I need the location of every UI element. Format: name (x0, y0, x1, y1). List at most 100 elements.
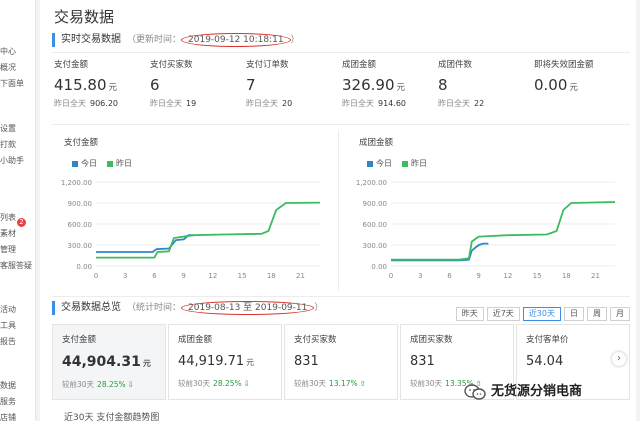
sidebar-item[interactable]: 客服答疑 (0, 260, 35, 271)
sidebar-item[interactable]: 小助手 (0, 155, 35, 166)
stat-label: 即将失效团金额 (534, 60, 594, 70)
stat-expiring-amount: 即将失效团金额 0.00 元 (534, 58, 629, 94)
x-tick-label: 21 (591, 272, 600, 280)
series-line (96, 201, 321, 259)
x-tick-label: 6 (447, 272, 452, 280)
stat-group-pieces: 成团件数 8 昨日全天 22 (438, 58, 533, 109)
stat-label: 支付金额 (54, 60, 89, 70)
period-month-button[interactable]: 月 (610, 307, 630, 321)
card-value: 44,919.71 元 (178, 354, 255, 369)
sidebar-item[interactable]: 报告 (0, 336, 35, 347)
series-line (391, 242, 489, 262)
x-tick-label: 15 (238, 272, 247, 280)
card-compare: 较前30天 13.17% ⇧ (294, 379, 366, 388)
main-panel: 交易数据 实时交易数据 （更新时间： 2019-09-12 10:18:11） 支付… (40, 0, 636, 421)
stat-yesterday: 昨日全天 22 (438, 99, 485, 108)
card-value: 44,904.31 元 (62, 354, 151, 370)
range-label: （统计时间： 2019-08-13 至 2019-09-11） (127, 301, 324, 315)
sidebar-item[interactable]: 数据 (0, 380, 35, 391)
stat-value: 0.00 元 (534, 76, 578, 94)
x-tick-label: 3 (123, 272, 127, 280)
card-pay-amount[interactable]: 支付金额 44,904.31 元 较前30天 28.25% ⇩ (52, 324, 166, 400)
card-value: 54.04 (526, 354, 564, 369)
y-tick-label: 1,200.00 (356, 179, 387, 187)
stat-label: 成团金额 (342, 60, 377, 70)
period-7days-button[interactable]: 近7天 (486, 307, 520, 321)
period-day-button[interactable]: 日 (564, 307, 584, 321)
sidebar-item[interactable]: 店铺 (0, 412, 35, 421)
scroll-right-icon[interactable]: › (612, 352, 626, 366)
down-arrow-icon: ⇩ (243, 379, 250, 388)
divider (338, 130, 339, 290)
period-30days-button[interactable]: 近30天 (522, 307, 561, 321)
chart-svg: 0.00 300.00 600.00 900.00 1,200.00 0 3 6 9 12 15 18… (61, 179, 321, 280)
x-tick-label: 6 (152, 272, 157, 280)
sidebar-item[interactable]: 工具 (0, 320, 35, 331)
realtime-stats: 支付金额 415.80 元 昨日全天 906.20 支付买家数 6 昨日全天 19 支… (54, 58, 626, 118)
realtime-title: 实时交易数据 (61, 34, 121, 45)
sidebar-item[interactable]: 打款 (0, 139, 35, 150)
series-line (391, 201, 616, 261)
stat-yesterday: 昨日全天 906.20 (54, 99, 118, 108)
notification-badge: 2 (17, 218, 26, 227)
card-label: 成团金额 (178, 335, 213, 345)
overview-section-header: 交易数据总览 （统计时间： 2019-08-13 至 2019-09-11） (52, 301, 323, 315)
y-tick-label: 900.00 (68, 200, 93, 208)
x-tick-label: 0 (389, 272, 393, 280)
sidebar-item[interactable]: 活动 (0, 304, 35, 315)
x-tick-label: 18 (267, 272, 276, 280)
stat-yesterday: 昨日全天 19 (150, 99, 197, 108)
stat-value: 8 (438, 76, 448, 94)
range-value: 2019-08-13 至 2019-09-11 (181, 301, 315, 315)
x-tick-label: 15 (533, 272, 542, 280)
stat-yesterday: 昨日全天 20 (246, 99, 293, 108)
period-selector: 昨天 近7天 近30天日周月 (453, 306, 630, 321)
y-tick-label: 300.00 (68, 242, 93, 250)
realtime-section-header: 实时交易数据 （更新时间： 2019-09-12 10:18:11） (52, 33, 300, 47)
y-tick-label: 600.00 (68, 221, 93, 229)
page-title: 交易数据 (54, 8, 115, 26)
x-tick-label: 18 (562, 272, 571, 280)
stat-label: 支付订单数 (246, 60, 289, 70)
sidebar-item[interactable]: 服务 (0, 396, 35, 407)
update-time: 2019-09-12 10:18:11 (181, 33, 291, 47)
sidebar-item[interactable]: 中心 (0, 46, 35, 57)
sidebar-item[interactable]: 设置 (0, 123, 35, 134)
x-tick-label: 9 (181, 272, 185, 280)
y-tick-label: 900.00 (363, 200, 388, 208)
watermark-text: 无货源分销电商 (491, 384, 583, 399)
card-group-amount[interactable]: 成团金额 44,919.71 元 较前30天 28.25% ⇩ (168, 324, 282, 400)
overview-title: 交易数据总览 (61, 302, 121, 313)
stat-value: 326.90 元 (342, 76, 406, 94)
card-pay-buyers[interactable]: 支付买家数 831 较前30天 13.17% ⇧ (284, 324, 398, 400)
stat-pay-buyers: 支付买家数 6 昨日全天 19 (150, 58, 245, 109)
sidebar-item[interactable]: 素材 (0, 228, 35, 239)
card-label: 支付买家数 (294, 335, 337, 345)
x-tick-label: 0 (94, 272, 98, 280)
wechat-icon (464, 383, 486, 400)
stat-label: 支付买家数 (150, 60, 193, 70)
update-label: （更新时间： 2019-09-12 10:18:11） (127, 33, 300, 47)
stat-value: 415.80 元 (54, 76, 118, 94)
card-label: 支付金额 (62, 335, 97, 345)
stat-value: 7 (246, 76, 256, 94)
sidebar-item[interactable]: 下面单 (0, 78, 35, 89)
stat-value: 6 (150, 76, 160, 94)
y-tick-label: 300.00 (363, 242, 388, 250)
x-tick-label: 3 (418, 272, 422, 280)
up-arrow-icon: ⇧ (359, 379, 366, 388)
y-tick-label: 0.00 (76, 263, 92, 271)
down-arrow-icon: ⇩ (127, 380, 134, 389)
period-week-button[interactable]: 周 (587, 307, 607, 321)
period-yesterday-button[interactable]: 昨天 (455, 307, 484, 321)
card-label: 支付客单价 (526, 335, 569, 345)
y-tick-label: 0.00 (371, 263, 387, 271)
card-compare: 较前30天 28.25% ⇩ (62, 380, 134, 389)
divider (52, 52, 630, 53)
sidebar-item[interactable]: 概况 (0, 62, 35, 73)
stat-pay-amount: 支付金额 415.80 元 昨日全天 906.20 (54, 58, 149, 109)
card-value: 831 (410, 354, 435, 369)
sidebar-item[interactable]: 管理 (0, 244, 35, 255)
chart-group-amount: 成团金额 今日 昨日 0.00 300.00 600.00 900.00 1,200.00… (345, 130, 625, 290)
x-tick-label: 9 (476, 272, 480, 280)
